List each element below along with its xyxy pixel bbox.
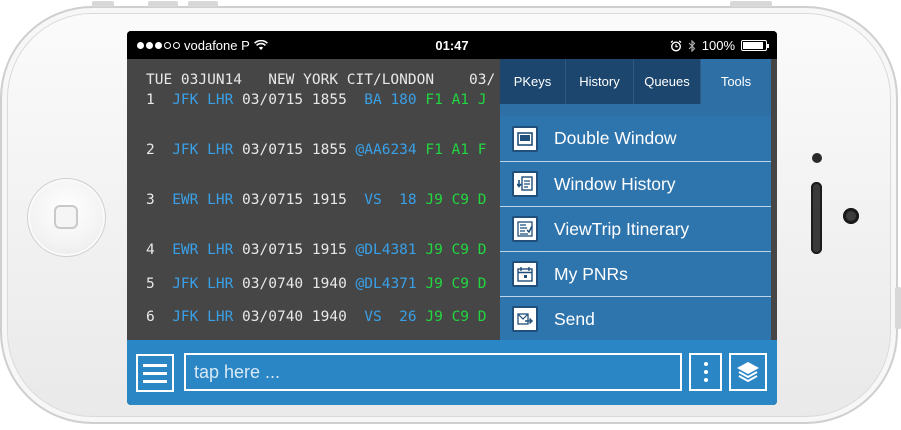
terminal-segment: JFK LHR — [172, 276, 234, 292]
earpiece-speaker — [811, 182, 822, 254]
mute-switch — [92, 1, 114, 7]
menu-item-label: Double Window — [554, 128, 677, 148]
terminal-segment: JFK LHR — [172, 309, 234, 325]
double-window-icon — [512, 125, 538, 152]
hamburger-menu-button[interactable] — [136, 354, 174, 392]
proximity-sensor — [812, 153, 822, 163]
terminal-segment: JFK LHR — [172, 92, 234, 108]
menu-item-label: My PNRs — [554, 263, 628, 284]
terminal-segment: 03/0740 1940 — [233, 309, 365, 325]
battery-percent: 100% — [701, 38, 735, 53]
itinerary-icon — [512, 216, 538, 242]
command-bar — [127, 340, 777, 405]
terminal-segment: 2 — [146, 142, 173, 158]
terminal-segment: F1 A1 J — [416, 92, 487, 108]
tab-queues[interactable]: Queues — [634, 59, 701, 104]
terminal-segment: J9 C9 D — [416, 309, 487, 325]
terminal-line: 6 JFK LHR 03/0740 1940 VS 26 J9 C9 D — [146, 309, 487, 325]
terminal-segment: VS 26 — [364, 309, 417, 325]
menu-item-label: ViewTrip Itinerary — [554, 218, 690, 239]
terminal-segment: 03/0715 1855 — [233, 92, 365, 108]
terminal-segment: J9 C9 D — [416, 276, 487, 292]
terminal-line: 3 EWR LHR 03/0715 1915 VS 18 J9 C9 D — [146, 192, 487, 208]
terminal-segment: 03/0715 1915 — [233, 192, 365, 208]
terminal-segment: 03/0715 1855 — [233, 142, 356, 158]
terminal-line: 4 EWR LHR 03/0715 1915 @DL4381 J9 C9 D — [146, 242, 486, 258]
terminal-line: 1 JFK LHR 03/0715 1855 BA 180 F1 A1 J — [146, 92, 487, 108]
terminal-segment: 1 — [146, 92, 173, 108]
side-button — [895, 287, 901, 329]
power-button — [730, 1, 772, 7]
home-button[interactable] — [27, 178, 106, 257]
terminal-segment: 03/0740 1940 — [233, 276, 356, 292]
bluetooth-icon — [688, 39, 696, 52]
front-camera — [843, 208, 859, 224]
terminal-segment: EWR LHR — [172, 192, 234, 208]
command-input[interactable] — [184, 353, 682, 391]
terminal-segment: TUE 03JUN14 NEW YORK CIT/LONDON 03/ — [146, 72, 496, 88]
terminal-segment: 6 — [146, 309, 173, 325]
terminal-segment: F1 A1 F — [416, 142, 487, 158]
layers-button[interactable] — [729, 353, 767, 391]
terminal-segment: EWR LHR — [172, 242, 234, 258]
alarm-icon — [670, 39, 682, 52]
terminal-segment: @DL4371 — [355, 276, 417, 292]
status-bar: vodafone P 01:47 100% — [127, 31, 777, 59]
tools-menu-items: Double Window Window History ViewTrip It… — [500, 116, 771, 341]
terminal-segment: @DL4381 — [355, 242, 417, 258]
terminal-segment: BA 180 — [364, 92, 417, 108]
menu-tabs: PKeys History Queues Tools — [500, 59, 771, 104]
send-icon — [512, 306, 538, 332]
layers-icon — [737, 362, 759, 383]
tab-history[interactable]: History — [566, 59, 634, 104]
volume-button — [188, 1, 218, 7]
menu-item-double-window[interactable]: Double Window — [500, 116, 771, 161]
home-square-icon — [54, 205, 78, 229]
menu-item-my-pnrs[interactable]: My PNRs — [500, 251, 771, 296]
terminal-line: TUE 03JUN14 NEW YORK CIT/LONDON 03/ — [146, 72, 495, 88]
battery-icon — [741, 40, 769, 51]
tab-pkeys[interactable]: PKeys — [500, 59, 566, 104]
menu-item-label: Window History — [554, 173, 676, 194]
terminal-segment: J9 C9 D — [416, 242, 487, 258]
tab-tools[interactable]: Tools — [701, 59, 771, 104]
terminal-line: 5 JFK LHR 03/0740 1940 @DL4371 J9 C9 D — [146, 276, 486, 292]
menu-item-window-history[interactable]: Window History — [500, 161, 771, 206]
terminal-segment: VS 18 — [364, 192, 417, 208]
menu-item-viewtrip-itinerary[interactable]: ViewTrip Itinerary — [500, 206, 771, 251]
menu-item-send[interactable]: Send — [500, 296, 771, 341]
tools-menu: PKeys History Queues Tools Double Window… — [500, 59, 771, 341]
terminal-segment: 3 — [146, 192, 173, 208]
terminal-segment: @AA6234 — [355, 142, 417, 158]
terminal-segment: JFK LHR — [172, 142, 234, 158]
window-history-icon — [512, 171, 538, 197]
volume-button — [148, 1, 178, 7]
terminal-segment: 03/0715 1915 — [233, 242, 356, 258]
menu-item-label: Send — [554, 308, 595, 329]
calendar-icon — [512, 261, 538, 287]
terminal-segment: 4 — [146, 242, 173, 258]
terminal-line: 2 JFK LHR 03/0715 1855 @AA6234 F1 A1 F — [146, 142, 486, 158]
more-options-button[interactable] — [689, 353, 722, 391]
terminal-segment: 5 — [146, 276, 173, 292]
screen: vodafone P 01:47 100% TUE 03JUN14 NEW YO… — [127, 31, 777, 405]
terminal-segment: J9 C9 D — [416, 192, 487, 208]
